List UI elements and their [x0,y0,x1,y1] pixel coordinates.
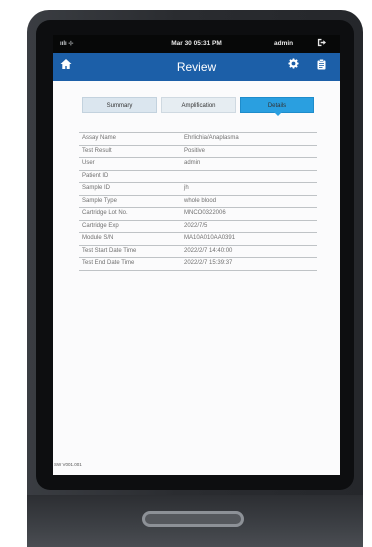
datetime: Mar 30 05:31 PM [171,40,222,47]
status-bar: ıılı ⊹ Mar 30 05:31 PM admin [53,35,340,53]
title-bar: Review [53,53,340,81]
touchscreen: ıılı ⊹ Mar 30 05:31 PM admin Review Summ… [53,35,340,475]
clipboard-icon[interactable] [317,59,326,73]
table-row: Test Result Positive [79,146,317,158]
row-value: Positive [184,147,206,154]
details-table: Assay Name Ehrlichia/Anaplasma Test Resul… [79,132,317,271]
tab-amplification[interactable]: Amplification [161,97,236,113]
table-row: Sample ID jh [79,183,317,196]
tab-details[interactable]: Details [240,97,314,116]
row-label: Patient ID [82,172,109,179]
row-value: admin [184,160,201,166]
row-value: whole blood [184,197,217,204]
tab-summary[interactable]: Summary [82,97,157,113]
cartridge-slot [142,511,244,527]
row-label: User [82,160,95,166]
table-row: User admin [79,158,317,171]
row-label: Cartridge Exp [82,222,119,229]
logout-icon[interactable] [317,38,326,50]
row-label: Test Start Date Time [82,247,137,254]
row-label: Sample ID [82,185,111,191]
current-user: admin [274,40,294,47]
row-label: Assay Name [82,135,117,141]
table-row: Module S/N MA10A010AA0391 [79,233,317,246]
table-row: Sample Type whole blood [79,196,317,208]
row-value: MA10A010AA0391 [184,235,236,241]
row-value: Ehrlichia/Anaplasma [184,135,239,141]
row-label: Test Result [82,147,112,154]
table-row: Assay Name Ehrlichia/Anaplasma [79,132,317,146]
row-value: 2022/7/5 [184,222,208,229]
row-label: Test End Date Time [82,260,135,266]
row-value: jh [184,185,189,191]
row-value: 2022/2/7 14:40:00 [184,247,233,254]
row-value: MNCO0322006 [184,210,226,216]
table-row: Test Start Date Time 2022/2/7 14:40:00 [79,246,317,258]
table-row: Patient ID [79,171,317,183]
row-value: 2022/2/7 15:39:37 [184,260,233,266]
gear-icon[interactable] [288,58,299,72]
table-row: Cartridge Lot No. MNCO0322006 [79,208,317,221]
row-label: Module S/N [82,235,114,241]
row-label: Cartridge Lot No. [82,210,128,216]
row-label: Sample Type [82,197,117,204]
table-row: Cartridge Exp 2022/7/5 [79,221,317,233]
table-row: Test End Date Time 2022/2/7 15:39:37 [79,258,317,271]
software-version: SW V001.001 [54,462,82,467]
